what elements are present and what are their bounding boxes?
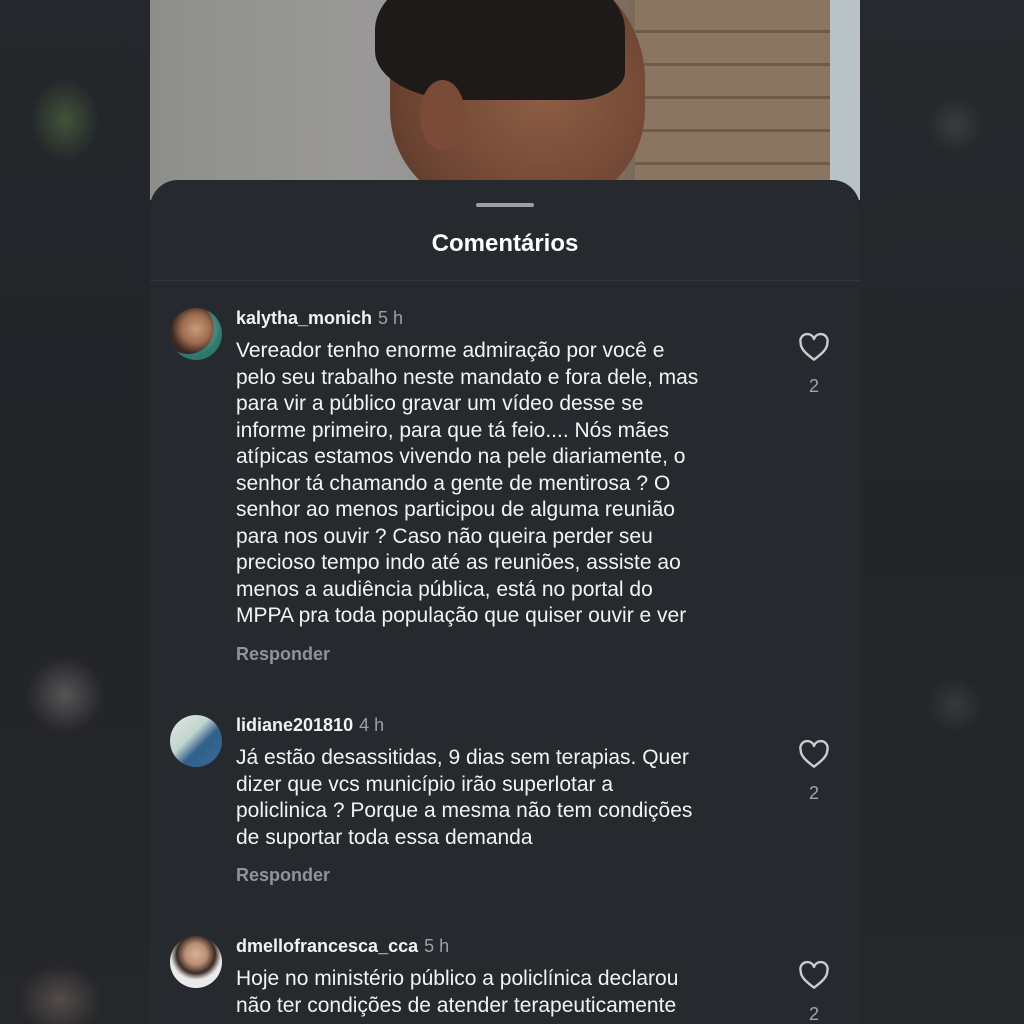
comments-sheet: Comentários kalytha_monich 5 h Vereador t…	[150, 180, 860, 1024]
comment-time: 5 h	[378, 308, 404, 328]
comment-time: 5 h	[424, 936, 450, 956]
reply-button[interactable]: Responder	[236, 865, 330, 886]
avatar[interactable]	[170, 308, 222, 360]
avatar[interactable]	[170, 936, 222, 988]
heart-outline-icon[interactable]	[798, 960, 830, 990]
background-left-blur	[0, 0, 150, 1024]
like-count: 2	[808, 783, 819, 803]
sheet-grabber-handle[interactable]	[476, 203, 534, 207]
background-right-blur	[860, 0, 1024, 1024]
comment-text: Hoje no ministério público a policlínica…	[236, 967, 679, 1017]
comment-text: Já estão desassitidas, 9 dias sem terapi…	[236, 746, 693, 849]
video-frame[interactable]	[150, 0, 860, 200]
reply-button[interactable]: Responder	[236, 644, 330, 665]
comment-username[interactable]: kalytha_monich	[236, 308, 372, 328]
comment-username[interactable]: dmellofrancesca_cca	[236, 936, 418, 956]
like-count: 2	[808, 376, 819, 396]
sheet-title: Comentários	[431, 230, 579, 257]
avatar[interactable]	[170, 715, 222, 767]
comment-text: Vereador tenho enorme admiração por você…	[236, 339, 699, 627]
like-count: 2	[808, 1004, 819, 1024]
comment-username[interactable]: lidiane201810	[236, 715, 353, 735]
heart-outline-icon[interactable]	[798, 332, 830, 362]
comment-time: 4 h	[359, 715, 385, 735]
divider	[150, 280, 860, 281]
heart-outline-icon[interactable]	[798, 739, 830, 769]
